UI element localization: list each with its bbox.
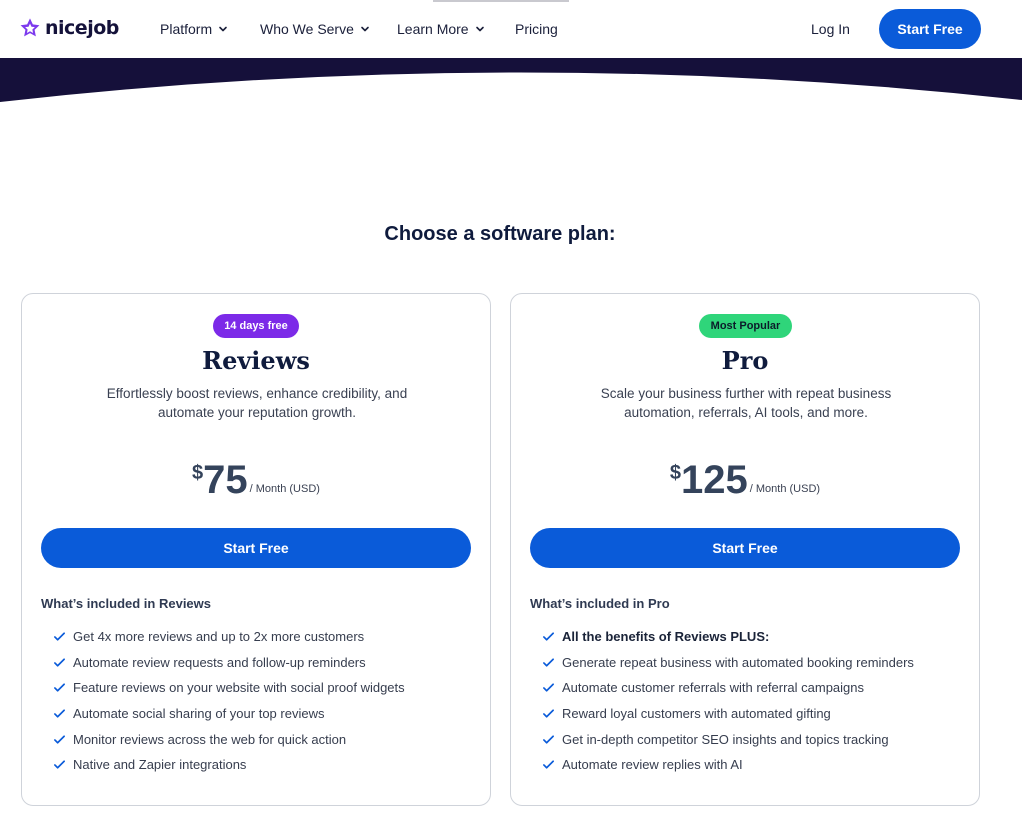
- plan-description: Effortlessly boost reviews, enhance cred…: [106, 386, 408, 420]
- nav-platform-label: Platform: [160, 21, 213, 37]
- feature-item: Get 4x more reviews and up to 2x more cu…: [53, 624, 405, 650]
- nav-pricing-label: Pricing: [515, 21, 558, 37]
- feature-item: Feature reviews on your website with soc…: [53, 675, 405, 701]
- feature-text: Automate customer referrals with referra…: [562, 680, 865, 696]
- price-amount: 125: [681, 458, 748, 502]
- start-free-button[interactable]: Start Free: [530, 528, 960, 568]
- feature-item: Monitor reviews across the web for quick…: [53, 726, 405, 752]
- plan-description: Scale your business further with repeat …: [600, 386, 892, 420]
- chevron-down-icon: [475, 26, 484, 32]
- top-navigation: nicejob Platform Who We Serve Learn More…: [0, 0, 1022, 58]
- checkmark-icon: [543, 658, 554, 667]
- feature-text: Generate repeat business with automated …: [562, 654, 914, 670]
- feature-item: Native and Zapier integrations: [53, 752, 405, 778]
- feature-item: Automate social sharing of your top revi…: [53, 701, 405, 727]
- price-currency: $: [669, 462, 682, 484]
- feature-item: Automate review requests and follow-up r…: [53, 650, 405, 676]
- checkmark-icon: [54, 735, 65, 744]
- checkmark-icon: [543, 735, 554, 744]
- feature-text: Automate review requests and follow-up r…: [73, 654, 366, 670]
- feature-text: Get 4x more reviews and up to 2x more cu…: [73, 629, 365, 645]
- feature-item: Generate repeat business with automated …: [542, 650, 914, 676]
- plan-badge: Most Popular: [699, 314, 792, 338]
- checkmark-icon: [54, 632, 65, 641]
- checkmark-icon: [54, 658, 65, 667]
- nav-pricing[interactable]: Pricing: [515, 19, 558, 39]
- plan-price: $ 75 / Month (USD): [22, 456, 490, 504]
- checkmark-icon: [543, 760, 554, 769]
- included-heading: What’s included in Reviews: [41, 596, 211, 611]
- price-currency: $: [192, 462, 204, 484]
- header-start-free-button[interactable]: Start Free: [879, 9, 981, 49]
- chevron-down-icon: [361, 26, 369, 32]
- plan-price: $ 125 / Month (USD): [511, 456, 979, 504]
- star-logo-icon: [19, 17, 41, 39]
- checkmark-icon: [54, 683, 65, 693]
- feature-list: All the benefits of Reviews PLUS: Genera…: [542, 624, 914, 778]
- feature-text: Get in-depth competitor SEO insights and…: [562, 731, 889, 747]
- checkmark-icon: [54, 709, 65, 718]
- feature-item: Automate review replies with AI: [542, 752, 914, 778]
- feature-item: Reward loyal customers with automated gi…: [542, 701, 914, 727]
- login-link[interactable]: Log In: [811, 19, 850, 39]
- feature-text: Reward loyal customers with automated gi…: [562, 706, 831, 722]
- start-free-button[interactable]: Start Free: [41, 528, 471, 568]
- plan-name: Reviews: [202, 346, 310, 375]
- nav-learn-more[interactable]: Learn More: [397, 19, 485, 39]
- feature-item: All the benefits of Reviews PLUS:: [542, 624, 914, 650]
- logo-text: nicejob: [45, 17, 119, 39]
- nav-platform[interactable]: Platform: [160, 19, 228, 39]
- plan-name: Pro: [721, 346, 769, 375]
- plan-card-reviews: 14 days free Reviews Effortlessly boost …: [21, 293, 491, 806]
- nav-learn-more-label: Learn More: [397, 21, 469, 37]
- feature-item: Get in-depth competitor SEO insights and…: [542, 726, 914, 752]
- checkmark-icon: [54, 760, 65, 769]
- active-indicator-line: [433, 0, 569, 2]
- plan-card-pro: Most Popular Pro Scale your business fur…: [510, 293, 980, 806]
- price-amount: 75: [203, 458, 248, 502]
- feature-list: Get 4x more reviews and up to 2x more cu…: [53, 624, 405, 778]
- checkmark-icon: [543, 632, 554, 641]
- feature-text: All the benefits of Reviews PLUS:: [562, 629, 770, 645]
- checkmark-icon: [543, 683, 554, 693]
- feature-text: Monitor reviews across the web for quick…: [73, 731, 347, 747]
- nav-who-we-serve-label: Who We Serve: [260, 21, 354, 37]
- feature-text: Feature reviews on your website with soc…: [73, 680, 405, 696]
- chevron-down-icon: [219, 26, 227, 32]
- feature-text: Automate review replies with AI: [562, 757, 743, 773]
- nicejob-logo[interactable]: nicejob: [19, 16, 119, 40]
- hero-wave-band: [0, 58, 1022, 102]
- feature-item: Automate customer referrals with referra…: [542, 675, 914, 701]
- feature-text: Automate social sharing of your top revi…: [73, 706, 325, 722]
- price-period: / Month (USD): [749, 483, 821, 495]
- nav-who-we-serve[interactable]: Who We Serve: [260, 19, 370, 39]
- plan-badge: 14 days free: [213, 314, 299, 338]
- section-title: Choose a software plan:: [384, 223, 616, 245]
- checkmark-icon: [543, 709, 554, 718]
- feature-text: Native and Zapier integrations: [73, 757, 247, 773]
- price-period: / Month (USD): [249, 483, 320, 495]
- included-heading: What’s included in Pro: [530, 596, 670, 611]
